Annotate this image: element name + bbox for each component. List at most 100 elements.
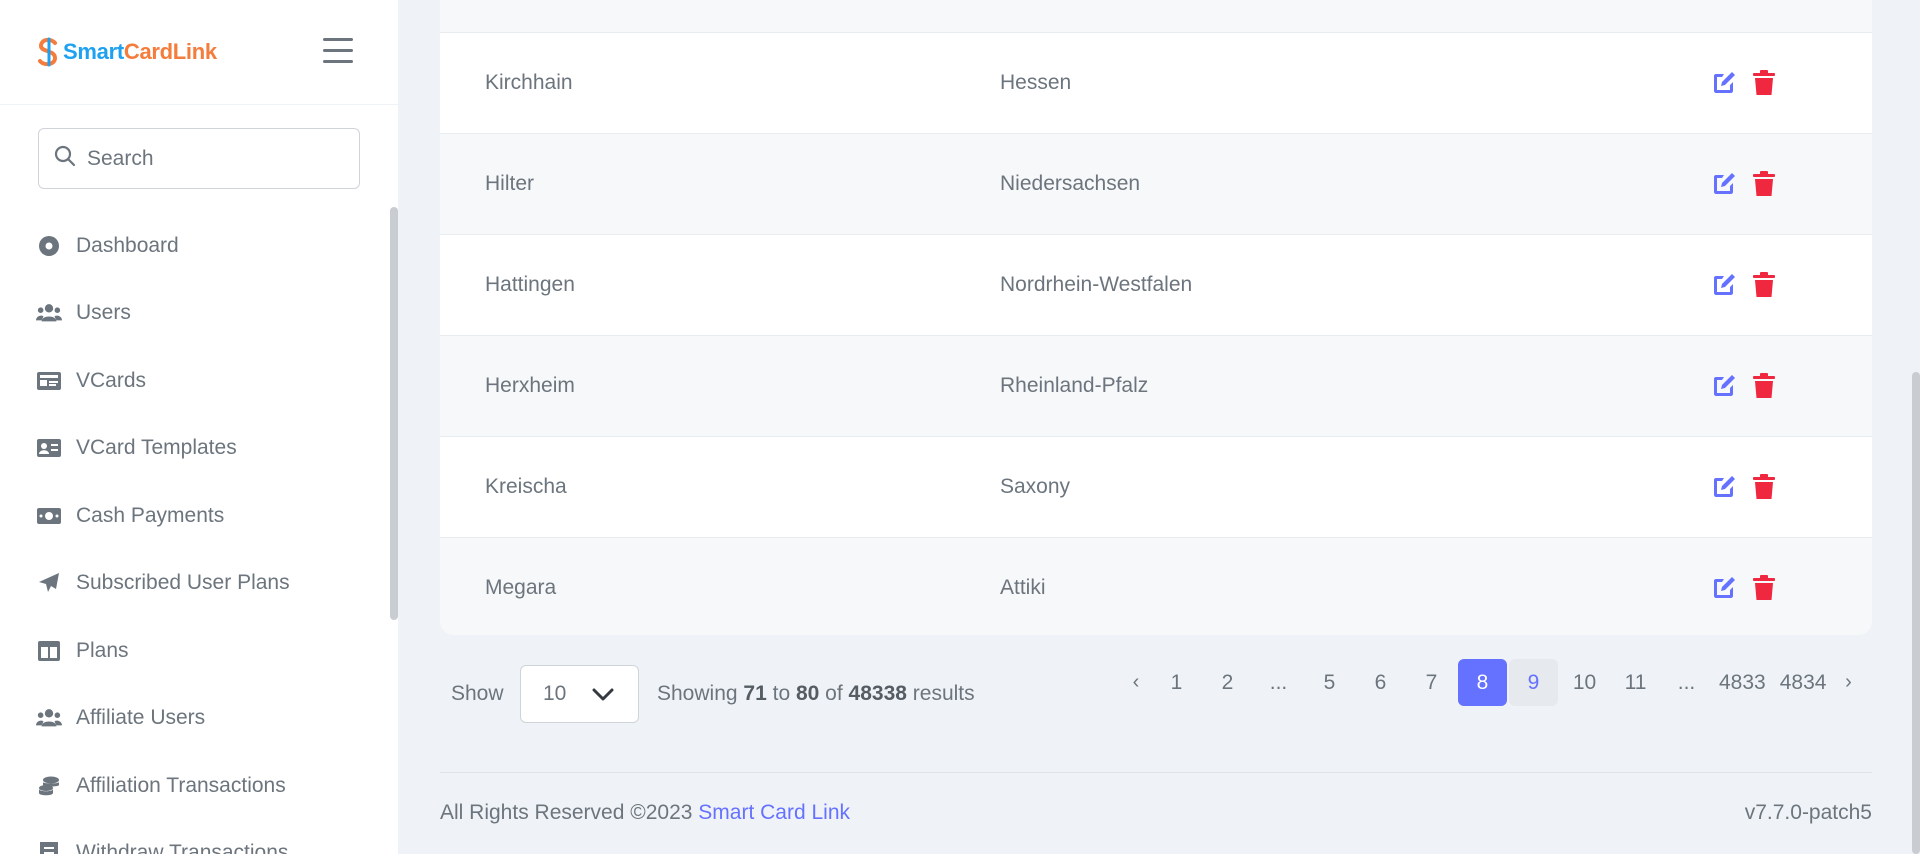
sidebar-item-subscribed-user-plans[interactable]: Subscribed User Plans [0, 550, 380, 618]
pagination-page[interactable]: 1 [1152, 659, 1201, 706]
pagination-page[interactable]: 2 [1203, 659, 1252, 706]
pagination-page[interactable]: 8 [1458, 659, 1507, 706]
money-bill-icon [36, 505, 62, 527]
row-actions [1709, 270, 1779, 300]
pagination: ‹ 1 2... 5 6 7 8 9 10 11... 4833 4834 › [1122, 659, 1864, 706]
delete-icon[interactable] [1749, 68, 1779, 98]
city-cell: Hilter [485, 172, 535, 195]
sidebar: SmartCardLink Dashboard Users VCards VCa… [0, 0, 398, 854]
footer-rights: All Rights Reserved ©2023 [440, 801, 693, 824]
per-page-value: 10 [543, 682, 567, 705]
sidebar-item-plans[interactable]: Plans [0, 617, 380, 685]
pagination-page[interactable]: 4834 [1774, 659, 1833, 706]
pagination-next[interactable]: › [1834, 659, 1862, 706]
sidebar-item-withdraw-transactions[interactable]: Withdraw Transactions [0, 820, 380, 854]
delete-icon[interactable] [1749, 371, 1779, 401]
table-row: Megara Attiki [440, 538, 1872, 635]
app-version: v7.7.0-patch5 [1744, 801, 1872, 824]
showing-prefix: Showing [657, 682, 738, 705]
edit-icon[interactable] [1709, 169, 1739, 199]
table-row: Hilter Niedersachsen [440, 134, 1872, 235]
city-cell: Megara [485, 576, 557, 599]
delete-icon[interactable] [1749, 472, 1779, 502]
sidebar-item-vcards[interactable]: VCards [0, 347, 380, 415]
edit-icon[interactable] [1709, 270, 1739, 300]
sidebar-item-affiliate-users[interactable]: Affiliate Users [0, 685, 380, 753]
users-icon [36, 707, 62, 729]
footer-link[interactable]: Smart Card Link [698, 801, 850, 824]
main-scrollbar[interactable] [1912, 372, 1920, 854]
brand-header: SmartCardLink [0, 0, 398, 105]
results-to: 80 [795, 682, 820, 705]
coins-icon [36, 775, 62, 797]
footer-divider [440, 772, 1872, 773]
smartcardlink-logo-icon [37, 37, 61, 67]
city-cell: Kirchhain [485, 71, 573, 94]
brand-name-part1: Smart [63, 39, 124, 64]
sidebar-item-label: Affiliate Users [76, 706, 206, 730]
row-actions [1709, 68, 1779, 98]
state-cell: Nordrhein-Westfalen [1000, 273, 1193, 296]
users-icon [36, 302, 62, 324]
per-page-select[interactable]: 10 [520, 665, 639, 723]
pagination-page[interactable]: 7 [1407, 659, 1456, 706]
edit-icon[interactable] [1709, 371, 1739, 401]
sidebar-item-label: Subscribed User Plans [76, 571, 290, 595]
table-body: Kirchhain Hessen Hilter Niedersachsen Hattin… [440, 33, 1872, 635]
pagination-page[interactable]: 10 [1560, 659, 1609, 706]
state-cell: Niedersachsen [1000, 172, 1141, 195]
row-actions [1709, 472, 1779, 502]
delete-icon[interactable] [1749, 169, 1779, 199]
sidebar-search [38, 128, 360, 189]
edit-icon[interactable] [1709, 472, 1739, 502]
table-row-partial [440, 0, 1872, 33]
pagination-ellipsis[interactable]: ... [1662, 659, 1711, 706]
pagination-ellipsis[interactable]: ... [1254, 659, 1303, 706]
sidebar-item-cash-payments[interactable]: Cash Payments [0, 482, 380, 550]
state-cell: Saxony [1000, 475, 1071, 498]
state-cell: Attiki [1000, 576, 1046, 599]
results-word: results [912, 682, 975, 705]
pagination-page[interactable]: 9 [1509, 659, 1558, 706]
show-label: Show [451, 682, 504, 705]
search-input[interactable] [87, 146, 347, 171]
sidebar-scrollbar[interactable] [390, 207, 398, 620]
row-actions [1709, 169, 1779, 199]
sidebar-item-dashboard[interactable]: Dashboard [0, 212, 380, 280]
sidebar-item-users[interactable]: Users [0, 280, 380, 348]
row-actions [1709, 371, 1779, 401]
pagination-page[interactable]: 4833 [1713, 659, 1772, 706]
table-row: Kreischa Saxony [440, 437, 1872, 538]
id-card-icon [36, 437, 62, 459]
pagination-page[interactable]: 11 [1611, 659, 1660, 706]
sidebar-item-label: Plans [76, 638, 129, 662]
state-cell: Hessen [1000, 71, 1072, 94]
hamburger-menu-icon[interactable] [323, 38, 353, 64]
city-cell: Herxheim [485, 374, 575, 397]
table-row: Hattingen Nordrhein-Westfalen [440, 235, 1872, 336]
results-from: 71 [743, 682, 767, 705]
results-total: 48338 [848, 682, 907, 705]
pagination-prev[interactable]: ‹ [1122, 659, 1150, 706]
pagination-page[interactable]: 5 [1305, 659, 1354, 706]
sidebar-item-label: Affiliation Transactions [76, 773, 286, 797]
sidebar-item-label: Cash Payments [76, 503, 225, 527]
brand-name-part2: CardLink [123, 39, 217, 64]
delete-icon[interactable] [1749, 573, 1779, 603]
edit-icon[interactable] [1709, 68, 1739, 98]
of-word: of [825, 682, 843, 705]
pagination-page[interactable]: 6 [1356, 659, 1405, 706]
sidebar-item-label: Dashboard [76, 233, 179, 257]
results-summary: Showing 71 to 80 of 48338 results [657, 682, 975, 706]
search-icon [53, 144, 77, 173]
edit-icon[interactable] [1709, 573, 1739, 603]
receipt-icon [36, 842, 62, 854]
city-cell: Hattingen [485, 273, 575, 296]
delete-icon[interactable] [1749, 270, 1779, 300]
brand-logo-link[interactable]: SmartCardLink [63, 39, 217, 65]
chevron-down-icon [592, 684, 614, 708]
sidebar-item-label: VCards [76, 368, 147, 392]
sidebar-item-vcard-templates[interactable]: VCard Templates [0, 415, 380, 483]
state-cell: Rheinland-Pfalz [1000, 374, 1149, 397]
sidebar-item-affiliation-transactions[interactable]: Affiliation Transactions [0, 752, 380, 820]
